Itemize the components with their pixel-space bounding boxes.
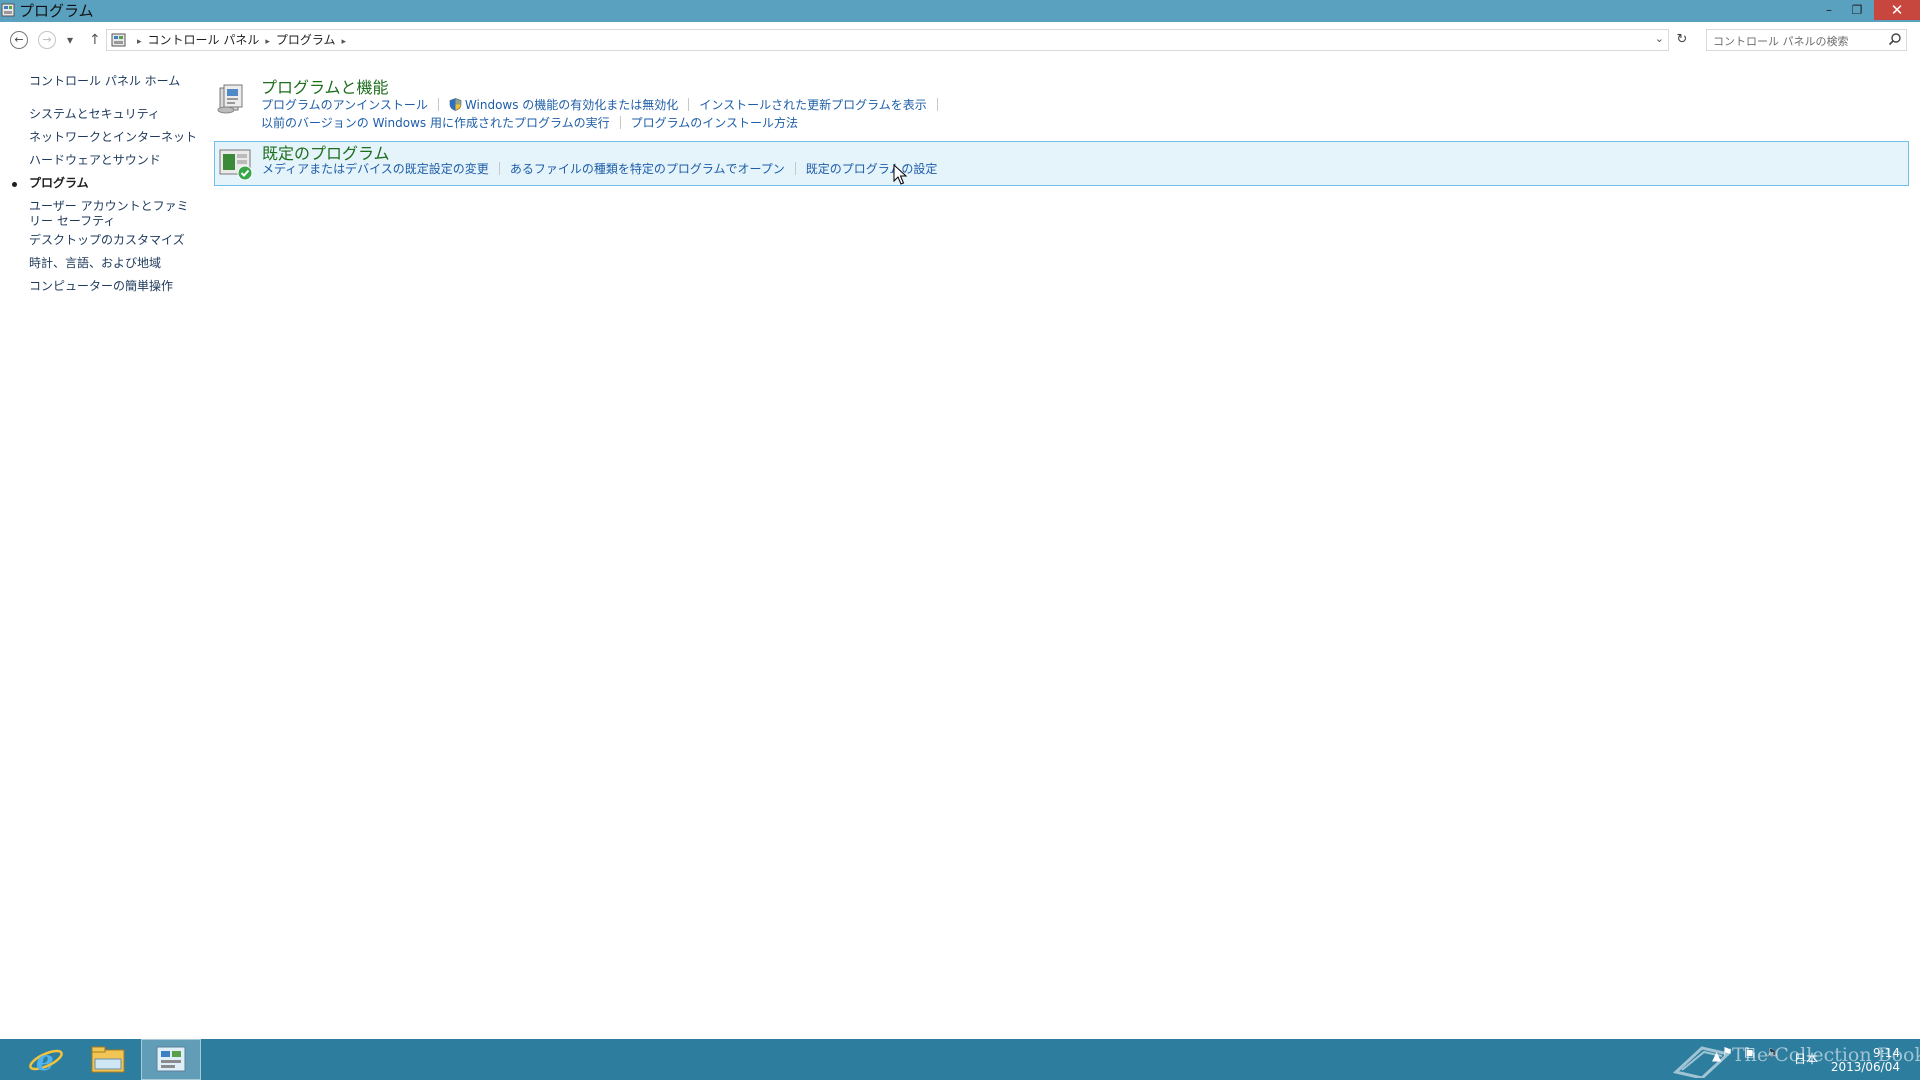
taskbar-control-panel[interactable] [141, 1039, 201, 1080]
refresh-button[interactable]: ↻ [1672, 31, 1692, 49]
search-box[interactable] [1706, 29, 1907, 51]
sidebar-item-clock-language-region[interactable]: 時計、言語、および地域 [29, 256, 161, 271]
link-divider [437, 98, 439, 111]
open-file-type-with-program-link[interactable]: あるファイルの種類を特定のプログラムでオープン [510, 162, 785, 176]
control-panel-icon [1, 3, 15, 17]
default-programs-icon [219, 149, 253, 181]
set-default-programs-link[interactable]: 既定のプログラムの設定 [806, 162, 938, 176]
sidebar-item-control-panel-home[interactable]: コントロール パネル ホーム [29, 74, 180, 89]
default-programs-links: メディアまたはデバイスの既定設定の変更 あるファイルの種類を特定のプログラムでオー… [262, 162, 937, 177]
link-divider [619, 116, 621, 129]
uninstall-program-link[interactable]: プログラムのアンインストール [261, 98, 428, 112]
search-icon[interactable] [1888, 32, 1902, 46]
minimize-button[interactable]: – [1816, 0, 1842, 20]
breadcrumb-separator-icon[interactable]: ▸ [265, 37, 270, 47]
sidebar-item-programs[interactable]: プログラム [29, 176, 89, 191]
sidebar-item-personalization[interactable]: デスクトップのカスタマイズ [29, 233, 185, 248]
change-media-defaults-link[interactable]: メディアまたはデバイスの既定設定の変更 [262, 162, 489, 176]
back-button[interactable]: ← [10, 31, 28, 49]
maximize-button[interactable]: ❐ [1844, 0, 1870, 20]
run-legacy-programs-link[interactable]: 以前のバージョンの Windows 用に作成されたプログラムの実行 [261, 116, 610, 130]
sidebar-item-system-security[interactable]: システムとセキュリティ [29, 107, 160, 122]
file-explorer-icon [91, 1046, 125, 1073]
turn-windows-features-link[interactable]: Windows の機能の有効化または無効化 [465, 98, 678, 112]
search-input[interactable] [1711, 31, 1885, 51]
forward-button[interactable]: → [38, 31, 56, 49]
svg-text:e: e [36, 1044, 54, 1077]
title-bar[interactable]: プログラム – ❐ ✕ [0, 0, 1920, 22]
sidebar-item-user-accounts[interactable]: ユーザー アカウントとファミリー セーフティ [29, 199, 199, 229]
breadcrumb-control-panel[interactable]: コントロール パネル [148, 33, 260, 47]
breadcrumb-separator-icon[interactable]: ▸ [137, 37, 142, 47]
breadcrumb: ▸ コントロール パネル ▸ プログラム ▸ [131, 32, 352, 50]
watermark-text: The Collection Book [1732, 1044, 1920, 1066]
programs-and-features-heading[interactable]: プログラムと機能 [261, 78, 389, 97]
address-dropdown-icon[interactable]: ⌄ [1655, 32, 1664, 45]
window-title: プログラム [19, 2, 94, 20]
close-button[interactable]: ✕ [1874, 0, 1920, 20]
address-bar[interactable]: ▸ コントロール パネル ▸ プログラム ▸ ⌄ [106, 29, 1669, 51]
category-programs-and-features: プログラムと機能 プログラムのアンインストール Windows の機能の有効化ま… [214, 76, 1909, 138]
link-divider [688, 98, 690, 111]
up-button[interactable]: ↑ [89, 31, 101, 49]
recent-locations-button[interactable]: ▾ [67, 31, 73, 49]
control-panel-icon [111, 33, 126, 47]
sidebar-item-ease-of-access[interactable]: コンピューターの簡単操作 [29, 279, 173, 294]
uac-shield-icon [449, 98, 462, 111]
current-page-bullet-icon [12, 182, 17, 187]
default-programs-heading[interactable]: 既定のプログラム [262, 144, 390, 163]
navigation-bar: ← → ▾ ↑ ▸ コントロール パネル ▸ プログラム ▸ ⌄ ↻ [0, 22, 1920, 58]
control-panel-icon [156, 1046, 186, 1072]
how-to-install-program-link[interactable]: プログラムのインストール方法 [631, 116, 798, 130]
link-divider [498, 162, 500, 175]
sidebar-item-network-internet[interactable]: ネットワークとインターネット [29, 130, 197, 145]
link-divider [794, 162, 796, 175]
taskbar: e ▲ ⚑ ▣ 🔈 日本 9:14 2013/06/04 [0, 1039, 1920, 1080]
taskbar-file-explorer[interactable] [78, 1039, 138, 1080]
programs-and-features-links-row2: 以前のバージョンの Windows 用に作成されたプログラムの実行 プログラムのイ… [261, 116, 798, 131]
breadcrumb-programs[interactable]: プログラム [276, 33, 336, 47]
programs-and-features-links-row1: プログラムのアンインストール Windows の機能の有効化または無効化 インスト… [261, 98, 948, 113]
sidebar-item-hardware-sound[interactable]: ハードウェアとサウンド [29, 153, 161, 168]
taskbar-internet-explorer[interactable]: e [16, 1039, 76, 1080]
link-divider [936, 98, 938, 111]
programs-and-features-icon [217, 84, 243, 114]
mouse-cursor-icon [893, 164, 907, 185]
view-installed-updates-link[interactable]: インストールされた更新プログラムを表示 [699, 98, 926, 112]
breadcrumb-separator-icon[interactable]: ▸ [342, 37, 347, 47]
category-default-programs[interactable]: 既定のプログラム メディアまたはデバイスの既定設定の変更 あるファイルの種類を特定… [214, 141, 1909, 186]
internet-explorer-icon: e [29, 1044, 63, 1077]
